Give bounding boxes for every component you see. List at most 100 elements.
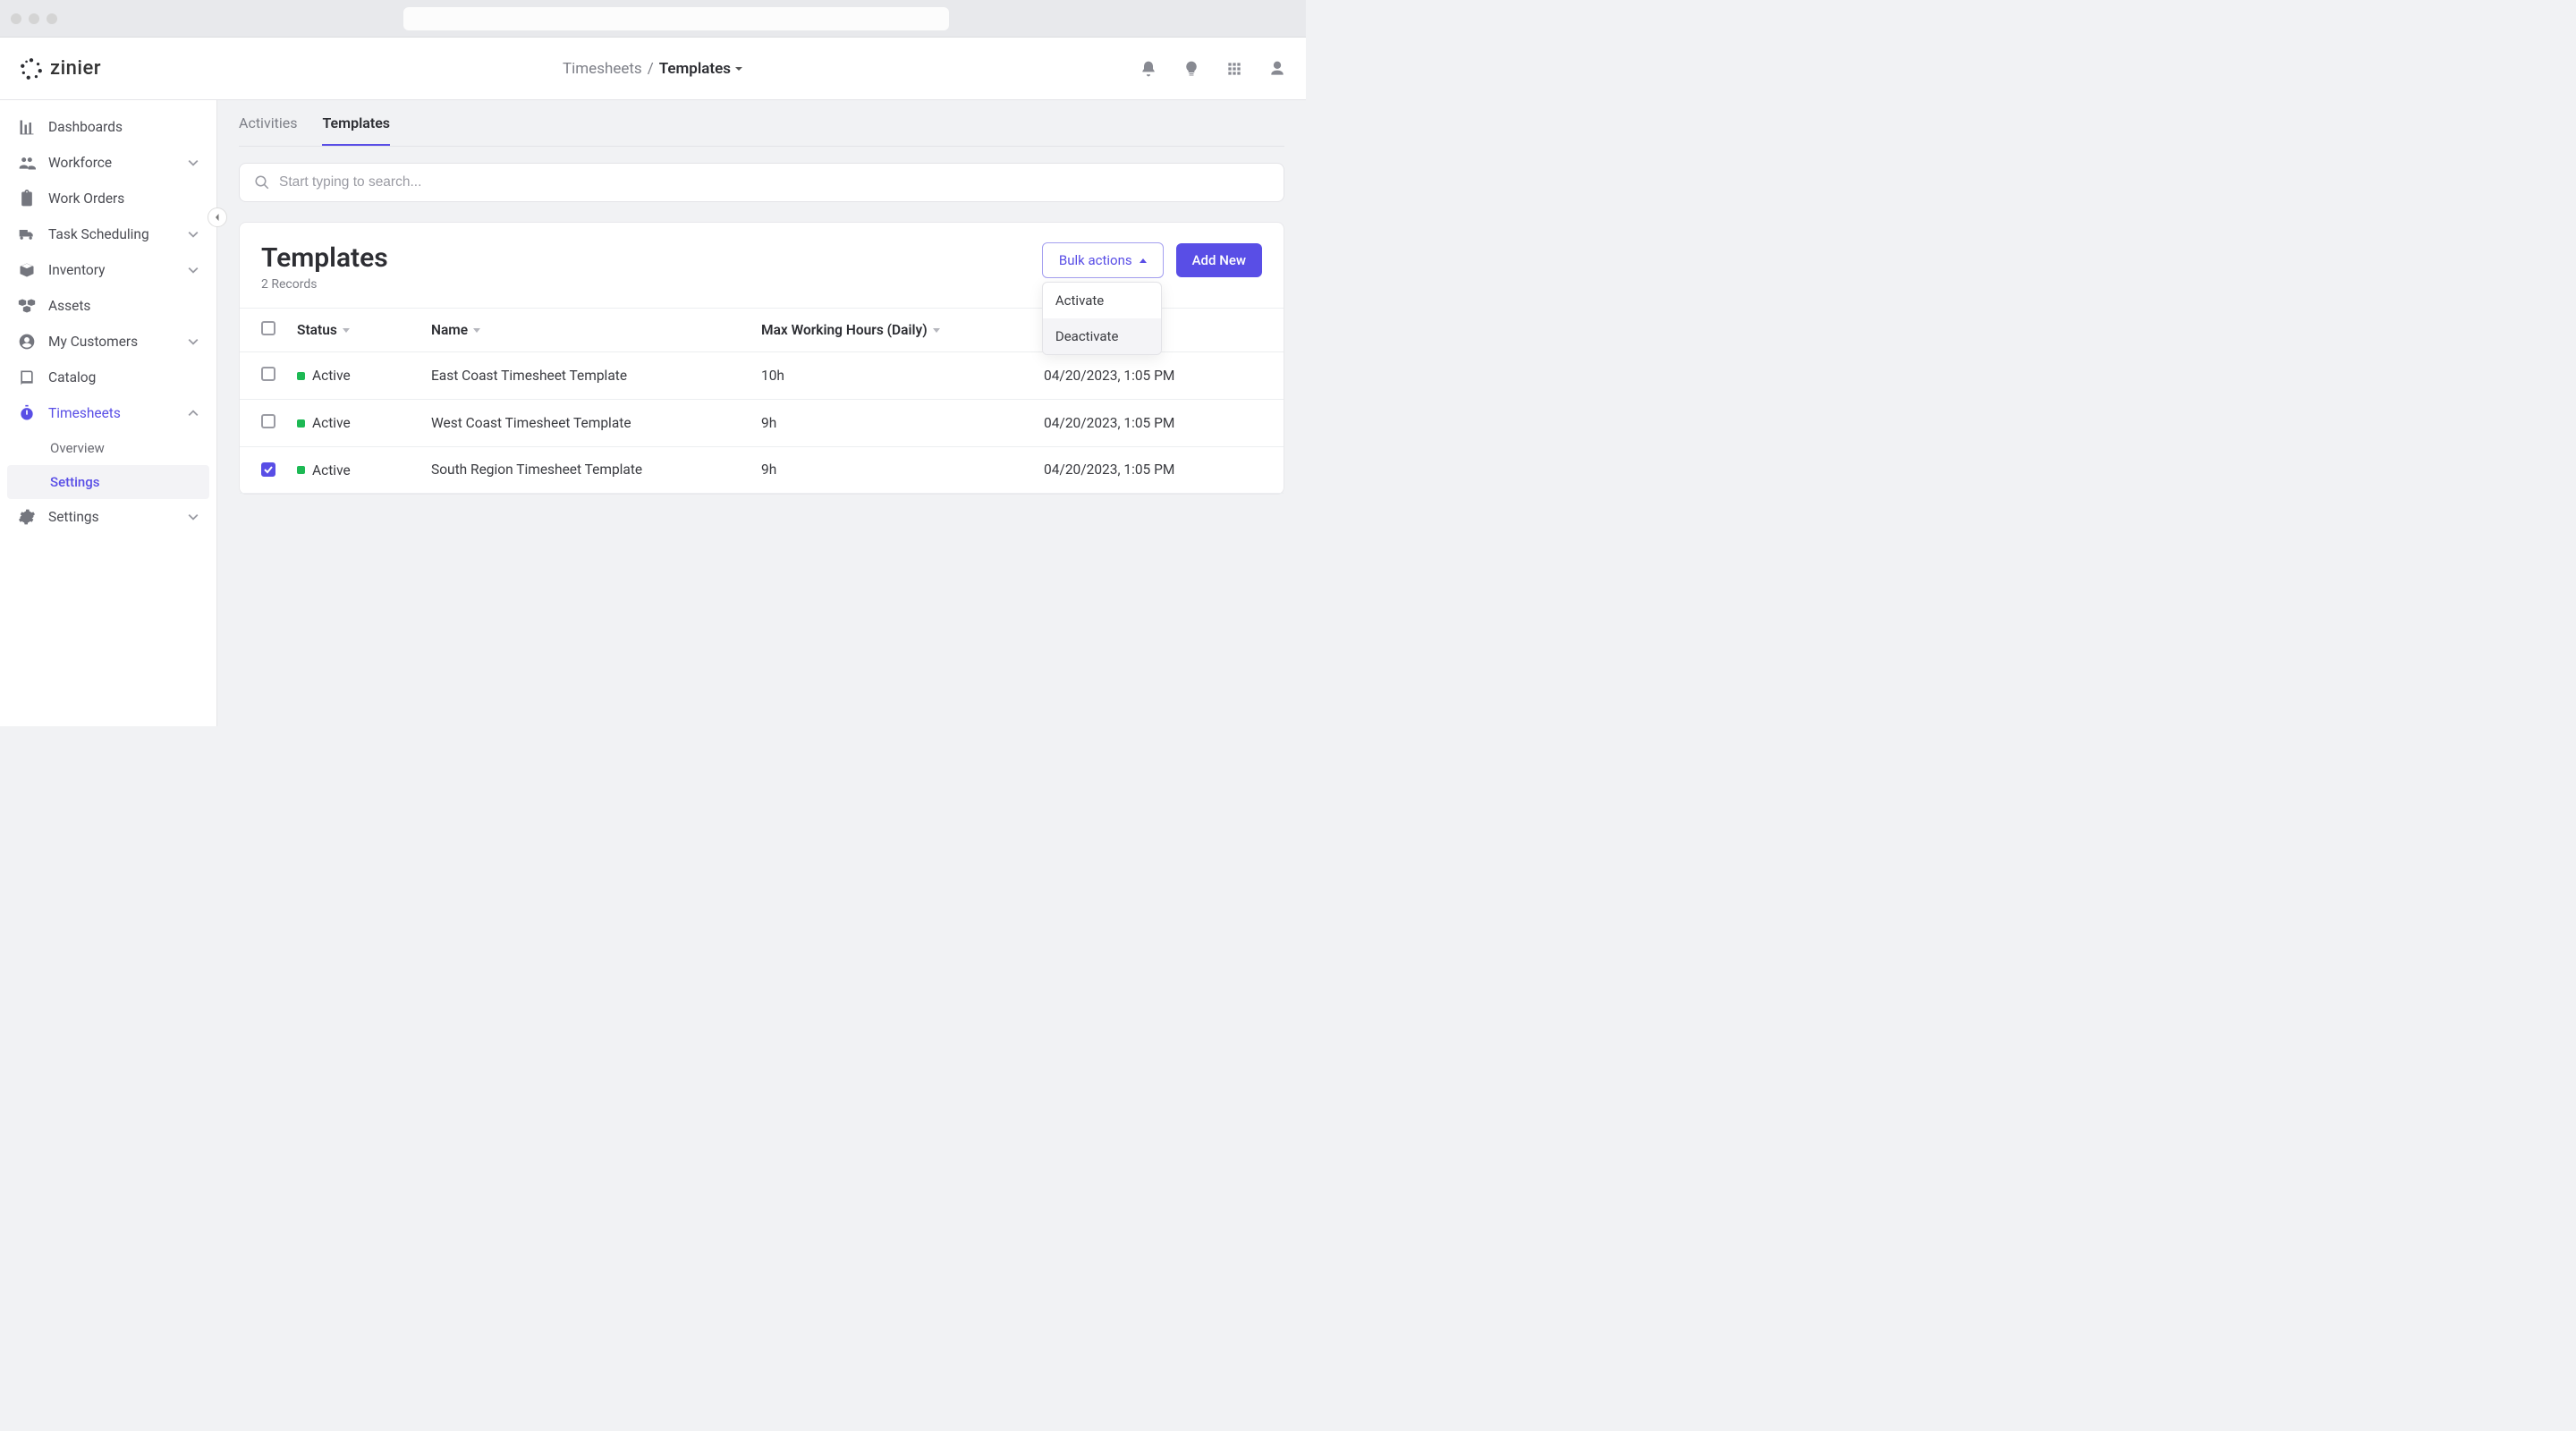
traffic-light-close[interactable] [11, 13, 21, 24]
search-box[interactable] [239, 163, 1284, 202]
sidebar-subitem-settings[interactable]: Settings [7, 465, 209, 499]
status-text: Active [312, 415, 351, 431]
sort-icon [343, 328, 350, 333]
status-dot-icon [297, 466, 305, 474]
cubes-icon [18, 297, 36, 315]
address-bar[interactable] [403, 7, 949, 30]
cell-max-hours: 10h [750, 352, 1033, 400]
sort-icon [933, 328, 940, 333]
brand-name: zinier [50, 57, 101, 80]
bulk-menu-deactivate[interactable]: Deactivate [1043, 318, 1161, 354]
cell-status: Active [286, 352, 420, 400]
sidebar-item-label: Catalog [48, 369, 96, 385]
status-dot-icon [297, 372, 305, 380]
col-max-hours[interactable]: Max Working Hours (Daily) [750, 309, 1033, 352]
cell-max-hours: 9h [750, 447, 1033, 494]
browser-chrome [0, 0, 1306, 38]
status-dot-icon [297, 419, 305, 428]
brand-mark-icon [20, 57, 43, 80]
breadcrumb-parent[interactable]: Timesheets [563, 60, 642, 78]
sort-icon [473, 328, 480, 333]
sidebar-item-my-customers[interactable]: My Customers [0, 324, 216, 360]
cell-last-updated: 04/20/2023, 1:05 PM [1033, 447, 1284, 494]
chevron-down-icon [188, 229, 199, 240]
tab-templates[interactable]: Templates [322, 100, 390, 146]
user-icon[interactable] [1268, 60, 1286, 78]
bar-chart-icon [18, 118, 36, 136]
cell-last-updated: 04/20/2023, 1:05 PM [1033, 352, 1284, 400]
col-name-label: Name [431, 322, 468, 338]
sidebar-item-label: Workforce [48, 155, 112, 171]
stopwatch-icon [18, 404, 36, 422]
chevron-down-icon [188, 512, 199, 522]
search-icon [254, 174, 270, 191]
col-name[interactable]: Name [420, 309, 750, 352]
tabs: Activities Templates [239, 100, 1284, 147]
sidebar-item-label: Settings [48, 509, 99, 525]
sidebar-item-dashboards[interactable]: Dashboards [0, 109, 216, 145]
row-checkbox[interactable] [261, 367, 275, 381]
sidebar-item-label: Assets [48, 298, 90, 314]
sidebar-item-settings[interactable]: Settings [0, 499, 216, 535]
sidebar-item-assets[interactable]: Assets [0, 288, 216, 324]
app-header: zinier Timesheets / Templates [0, 38, 1306, 100]
apps-grid-icon[interactable] [1225, 60, 1243, 78]
sidebar-item-workforce[interactable]: Workforce [0, 145, 216, 181]
breadcrumb-current[interactable]: Templates [659, 60, 743, 78]
cell-name: West Coast Timesheet Template [420, 400, 750, 447]
box-icon [18, 261, 36, 279]
panel-title: Templates [261, 242, 1024, 274]
table-row[interactable]: ActiveWest Coast Timesheet Template9h04/… [240, 400, 1284, 447]
col-status[interactable]: Status [286, 309, 420, 352]
bulk-actions-menu: ActivateDeactivate [1042, 282, 1162, 355]
breadcrumb-separator: / [648, 60, 654, 78]
gear-icon [18, 508, 36, 526]
cell-name: East Coast Timesheet Template [420, 352, 750, 400]
chevron-up-icon [188, 408, 199, 419]
record-count: 2 Records [261, 277, 1024, 292]
chevron-down-icon [188, 336, 199, 347]
table-row[interactable]: Active East Coast Timesheet Template10h04… [240, 352, 1284, 400]
table-row[interactable]: Active South Region Timesheet Template9h0… [240, 447, 1284, 494]
chevron-down-icon [734, 64, 743, 73]
sidebar-collapse-button[interactable] [208, 207, 227, 227]
lightbulb-icon[interactable] [1182, 60, 1200, 78]
chevron-down-icon [188, 265, 199, 275]
sidebar-item-label: Dashboards [48, 119, 123, 135]
templates-card: Templates 2 Records Bulk actions Activat… [239, 222, 1284, 495]
sidebar-item-label: Timesheets [48, 405, 121, 421]
row-checkbox[interactable] [261, 414, 275, 428]
main-content: Activities Templates Templates 2 Records … [217, 100, 1306, 726]
bulk-actions-button[interactable]: Bulk actions [1042, 242, 1164, 278]
cell-max-hours: 9h [750, 400, 1033, 447]
sidebar-item-timesheets[interactable]: Timesheets [0, 395, 216, 431]
brand-logo[interactable]: zinier [20, 57, 101, 80]
row-checkbox[interactable] [261, 462, 275, 477]
users-icon [18, 154, 36, 172]
bell-icon[interactable] [1140, 60, 1157, 78]
traffic-lights [11, 13, 57, 24]
sidebar-item-label: Task Scheduling [48, 226, 149, 242]
status-text: Active [312, 368, 351, 384]
sidebar-item-inventory[interactable]: Inventory [0, 252, 216, 288]
sidebar-item-catalog[interactable]: Catalog [0, 360, 216, 395]
sidebar-item-label: Inventory [48, 262, 105, 278]
add-new-button[interactable]: Add New [1176, 243, 1262, 277]
sidebar-subitem-overview[interactable]: Overview [0, 431, 216, 465]
col-select-all[interactable] [240, 309, 286, 352]
col-status-label: Status [297, 322, 337, 338]
tab-activities[interactable]: Activities [239, 100, 297, 146]
sidebar-item-task-scheduling[interactable]: Task Scheduling [0, 216, 216, 252]
sidebar-subitem-label: Settings [50, 474, 100, 490]
search-input[interactable] [279, 174, 1269, 191]
traffic-light-minimize[interactable] [29, 13, 39, 24]
select-all-checkbox[interactable] [261, 321, 275, 335]
cell-name: South Region Timesheet Template [420, 447, 750, 494]
caret-up-icon [1140, 258, 1147, 263]
sidebar-subitem-label: Overview [50, 440, 105, 456]
traffic-light-zoom[interactable] [47, 13, 57, 24]
header-actions [1140, 60, 1286, 78]
bulk-menu-activate[interactable]: Activate [1043, 283, 1161, 318]
status-text: Active [312, 462, 351, 478]
sidebar-item-work-orders[interactable]: Work Orders [0, 181, 216, 216]
